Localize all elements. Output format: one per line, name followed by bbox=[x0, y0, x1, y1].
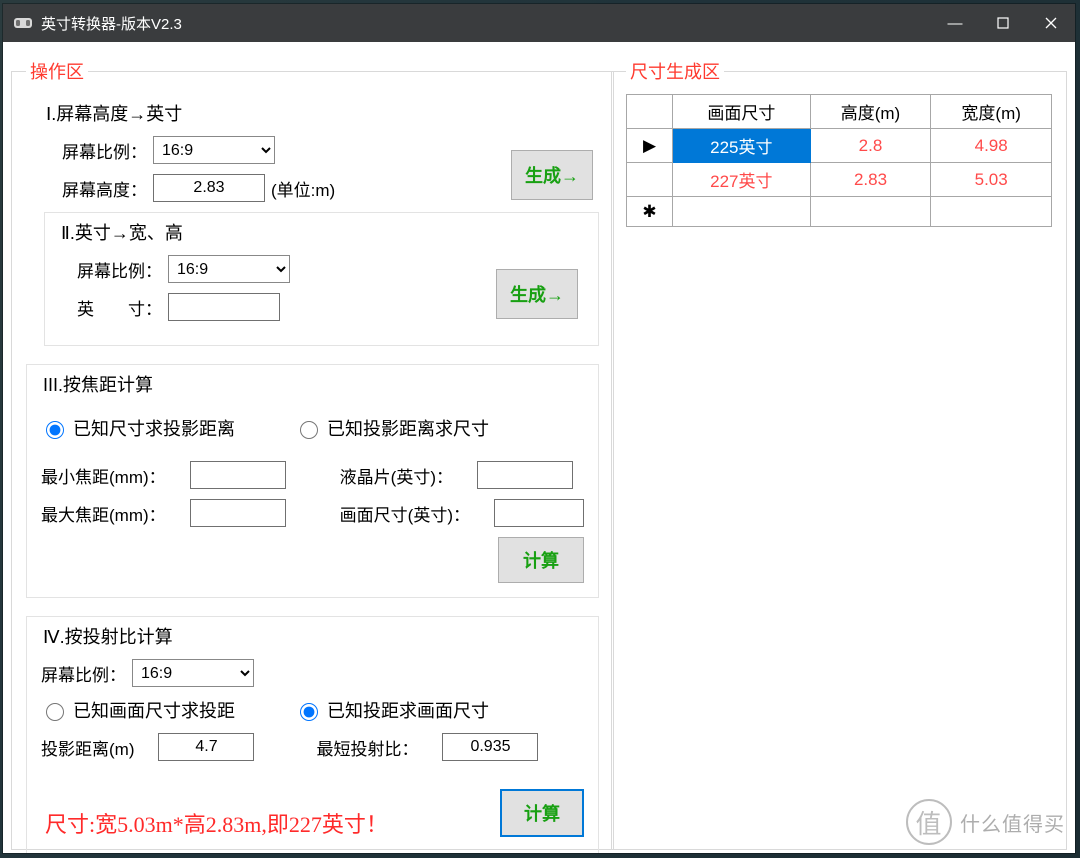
max-focal-label: 最大焦距(mm)： bbox=[41, 501, 166, 526]
grid-header-height[interactable]: 高度(m) bbox=[810, 95, 931, 129]
grid-row[interactable]: ▶ 225英寸 2.8 4.98 bbox=[627, 129, 1052, 163]
generation-panel: 尺寸生成区 画面尺寸 高度(m) 宽度(m) ▶ 225英寸 2.8 4 bbox=[611, 58, 1067, 850]
new-row-icon: ✱ bbox=[627, 197, 673, 227]
cell-width[interactable]: 4.98 bbox=[931, 129, 1052, 163]
ratio-select-1[interactable]: 16:9 bbox=[153, 136, 275, 164]
radio-throw-to-size[interactable]: 已知投距求画面尺寸 bbox=[295, 697, 489, 723]
cell-width[interactable]: 5.03 bbox=[931, 163, 1052, 197]
min-focal-input[interactable] bbox=[190, 461, 286, 489]
generate-button-1[interactable]: 生成→ bbox=[511, 150, 593, 200]
calculate-button-3[interactable]: 计算 bbox=[498, 537, 584, 583]
inch-input[interactable] bbox=[168, 293, 280, 321]
generate-button-2[interactable]: 生成→ bbox=[496, 269, 578, 319]
radio-distance-to-size[interactable]: 已知投影距离求尺寸 bbox=[295, 415, 489, 441]
cell-height[interactable]: 2.8 bbox=[810, 129, 931, 163]
generation-legend: 尺寸生成区 bbox=[626, 58, 724, 84]
cell-size[interactable]: 225英寸 bbox=[673, 129, 811, 163]
maximize-button[interactable] bbox=[979, 4, 1027, 42]
grid-row[interactable]: 227英寸 2.83 5.03 bbox=[627, 163, 1052, 197]
height-unit: (单位:m) bbox=[271, 176, 335, 201]
app-icon bbox=[13, 15, 33, 31]
operation-panel: 操作区 Ⅰ.屏幕高度→英寸 屏幕比例： 16:9 屏幕高度： (单位:m) 生成… bbox=[11, 58, 614, 850]
grid-new-row[interactable]: ✱ bbox=[627, 197, 1052, 227]
projection-distance-label: 投影距离(m) bbox=[41, 735, 134, 760]
app-window: 英寸转换器-版本V2.3 — 操作区 Ⅰ.屏幕高度→英寸 屏幕比例： 16:9 … bbox=[3, 4, 1075, 853]
ratio-label-1: 屏幕比例： bbox=[62, 138, 147, 163]
minimize-button[interactable]: — bbox=[931, 4, 979, 42]
section4-title: Ⅳ.按投射比计算 bbox=[43, 623, 584, 649]
screen-size-label: 画面尺寸(英寸)： bbox=[340, 501, 470, 526]
lcd-input[interactable] bbox=[477, 461, 573, 489]
projection-distance-input[interactable] bbox=[158, 733, 254, 761]
min-throw-ratio-label: 最短投射比： bbox=[316, 735, 418, 760]
cell-height[interactable]: 2.83 bbox=[810, 163, 931, 197]
radio-size-to-distance[interactable]: 已知尺寸求投影距离 bbox=[41, 415, 235, 441]
operation-legend: 操作区 bbox=[26, 58, 88, 84]
section3-title: III.按焦距计算 bbox=[43, 371, 584, 397]
screen-size-input[interactable] bbox=[494, 499, 584, 527]
screen-height-input[interactable] bbox=[153, 174, 265, 202]
row-marker-icon bbox=[627, 163, 673, 197]
ratio-label-4: 屏幕比例： bbox=[41, 661, 126, 686]
grid-corner bbox=[627, 95, 673, 129]
grid-header-row: 画面尺寸 高度(m) 宽度(m) bbox=[627, 95, 1052, 129]
calculate-button-4[interactable]: 计算 bbox=[500, 789, 584, 837]
section1-title: Ⅰ.屏幕高度→英寸 bbox=[46, 100, 599, 126]
result-grid[interactable]: 画面尺寸 高度(m) 宽度(m) ▶ 225英寸 2.8 4.98 227英寸 bbox=[626, 94, 1052, 227]
max-focal-input[interactable] bbox=[190, 499, 286, 527]
cell-size[interactable]: 227英寸 bbox=[673, 163, 811, 197]
inch-label: 英 寸： bbox=[77, 295, 162, 320]
ratio-select-2[interactable]: 16:9 bbox=[168, 255, 290, 283]
lcd-label: 液晶片(英寸)： bbox=[340, 463, 453, 488]
title-bar[interactable]: 英寸转换器-版本V2.3 — bbox=[3, 4, 1075, 42]
grid-header-size[interactable]: 画面尺寸 bbox=[673, 95, 811, 129]
min-throw-ratio-input[interactable] bbox=[442, 733, 538, 761]
min-focal-label: 最小焦距(mm)： bbox=[41, 463, 166, 488]
close-button[interactable] bbox=[1027, 4, 1075, 42]
ratio-label-2: 屏幕比例： bbox=[77, 257, 162, 282]
window-title: 英寸转换器-版本V2.3 bbox=[41, 13, 182, 34]
row-marker-icon: ▶ bbox=[627, 129, 673, 163]
result-text: 尺寸:宽5.03m*高2.83m,即227英寸！ bbox=[45, 807, 500, 839]
radio-size-to-throw[interactable]: 已知画面尺寸求投距 bbox=[41, 697, 235, 723]
height-label: 屏幕高度： bbox=[62, 176, 147, 201]
grid-header-width[interactable]: 宽度(m) bbox=[931, 95, 1052, 129]
section2-title: Ⅱ.英寸→宽、高 bbox=[61, 219, 584, 245]
ratio-select-4[interactable]: 16:9 bbox=[132, 659, 254, 687]
